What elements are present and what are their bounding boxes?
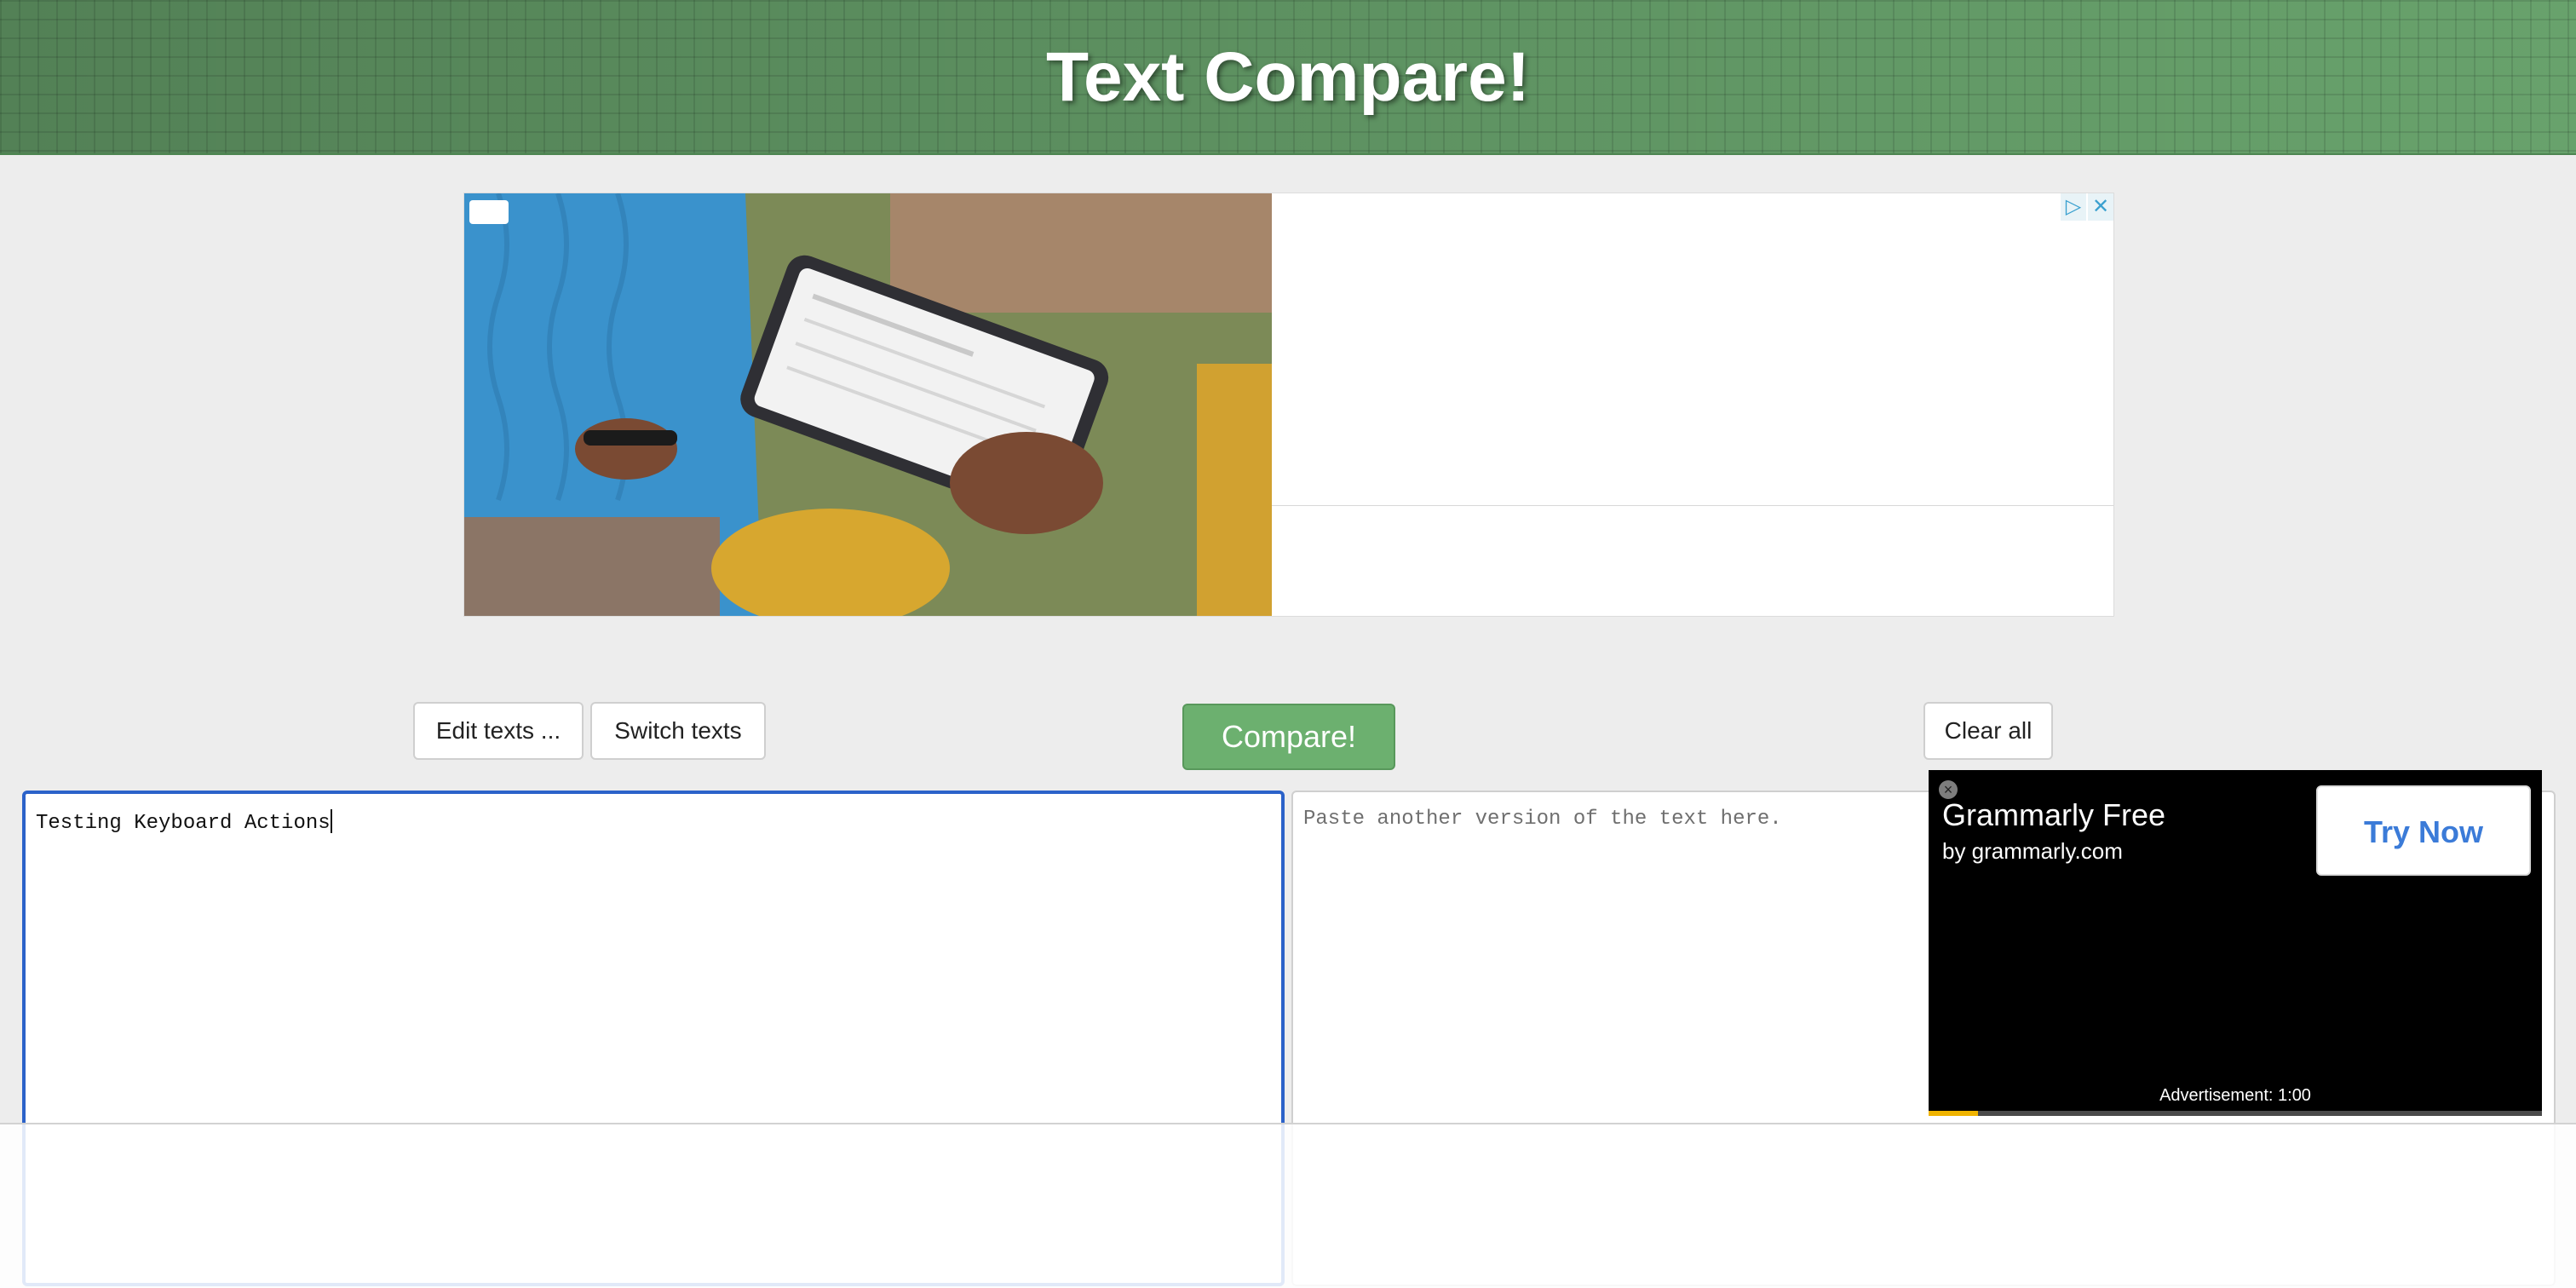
site-header: Text Compare! bbox=[0, 0, 2576, 155]
close-icon[interactable]: ✕ bbox=[2088, 193, 2113, 221]
video-ad-timer: Advertisement: 1:00 bbox=[2159, 1086, 2311, 1105]
right-text-placeholder: Paste another version of the text here. bbox=[1303, 808, 1782, 831]
video-advertisement[interactable]: × Grammarly Free by grammarly.com Try No… bbox=[1929, 770, 2542, 1116]
ad-photo-illustration bbox=[464, 193, 1272, 616]
site-title: Text Compare! bbox=[1045, 38, 1531, 116]
switch-texts-button[interactable]: Switch texts bbox=[590, 702, 766, 760]
bottom-overlay bbox=[0, 1123, 2576, 1288]
left-text-value: Testing Keyboard Actions bbox=[36, 812, 331, 835]
compare-button[interactable]: Compare! bbox=[1182, 704, 1395, 770]
video-ad-title: Grammarly Free bbox=[1942, 797, 2166, 832]
video-ad-subtitle: by grammarly.com bbox=[1942, 838, 2123, 864]
ad-choices-icon[interactable]: ▷ bbox=[2061, 193, 2086, 221]
try-now-button[interactable]: Try Now bbox=[2316, 785, 2531, 876]
text-caret bbox=[330, 809, 332, 833]
ad-controls: ▷ ✕ bbox=[2061, 193, 2113, 221]
ad-badge bbox=[469, 200, 509, 224]
video-progress-fill bbox=[1929, 1111, 1978, 1116]
top-advertisement[interactable]: ▷ ✕ bbox=[463, 193, 2114, 617]
clear-all-button[interactable]: Clear all bbox=[1923, 702, 2053, 760]
video-close-icon[interactable]: × bbox=[1939, 780, 1958, 799]
video-progress-bar[interactable] bbox=[1929, 1111, 2542, 1116]
ad-photo[interactable] bbox=[464, 193, 1272, 616]
edit-texts-button[interactable]: Edit texts ... bbox=[413, 702, 584, 760]
ad-divider bbox=[1272, 505, 2113, 506]
